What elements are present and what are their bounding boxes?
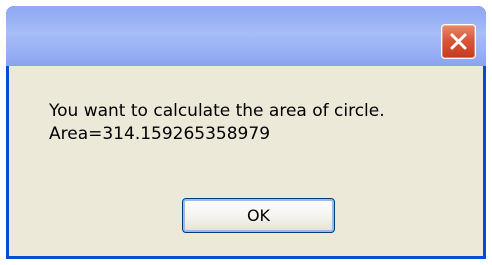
message-line-1: You want to calculate the area of circle…: [49, 101, 385, 121]
message-line-2: Area=314.159265358979: [49, 124, 271, 144]
message-text: You want to calculate the area of circle…: [49, 100, 479, 146]
close-button[interactable]: [441, 24, 476, 59]
ok-button[interactable]: OK: [182, 198, 335, 233]
close-icon: [450, 33, 467, 50]
title-bar[interactable]: [6, 6, 486, 66]
dialog-body: You want to calculate the area of circle…: [9, 66, 483, 256]
message-box-window: You want to calculate the area of circle…: [6, 6, 486, 259]
